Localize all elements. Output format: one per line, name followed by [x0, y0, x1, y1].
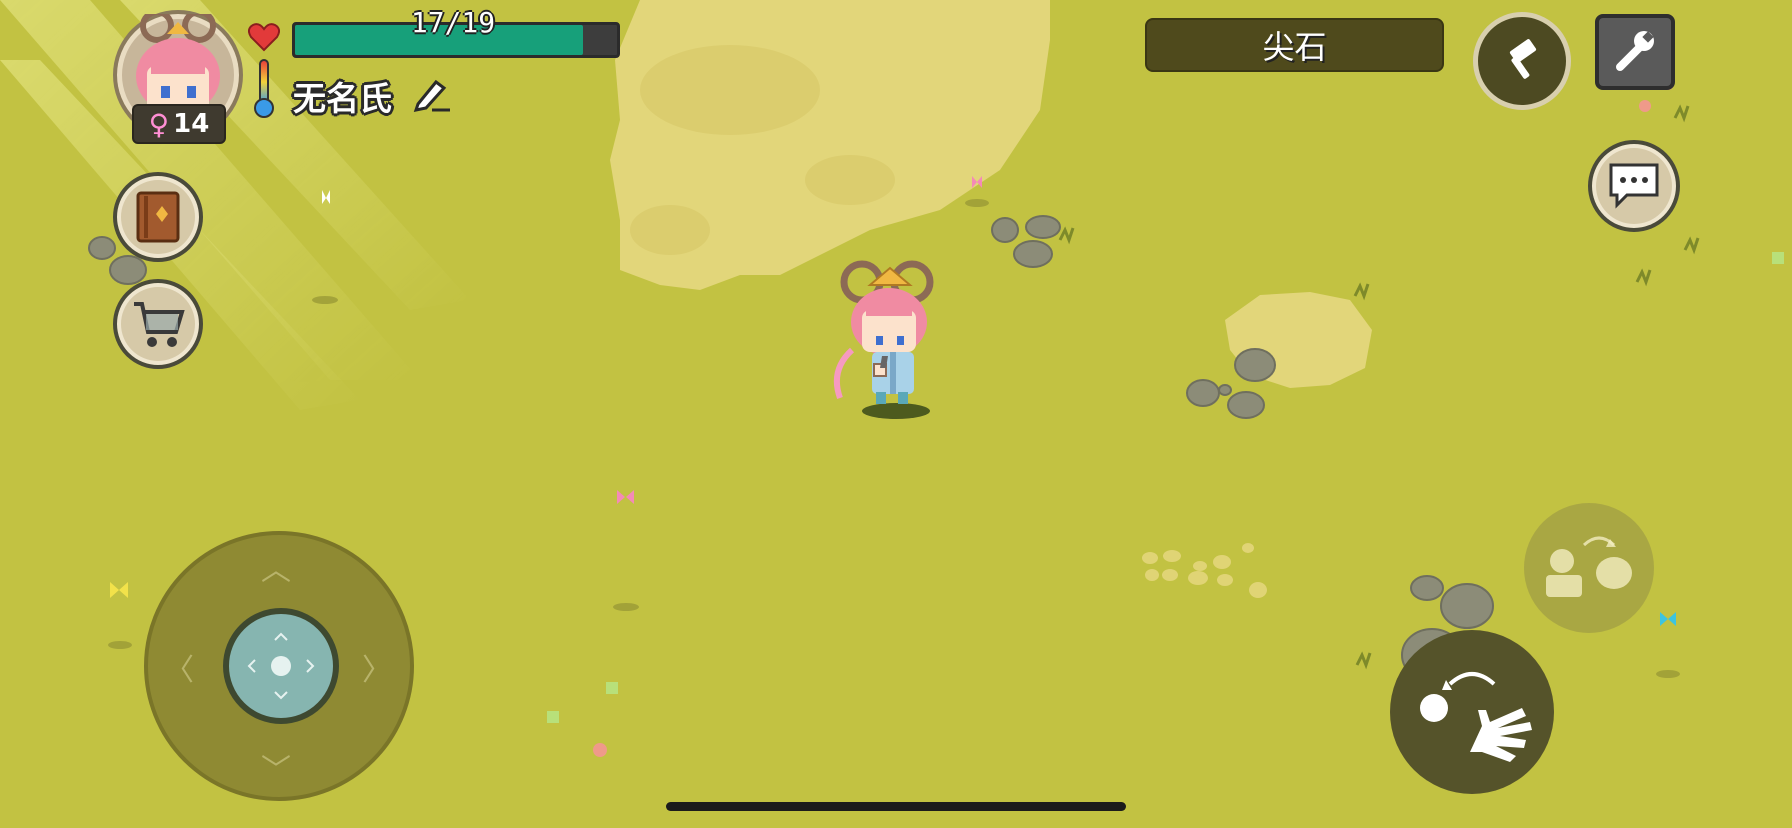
- settings-button[interactable]: [1595, 14, 1675, 90]
- sharp-stone-target[interactable]: [1186, 348, 1276, 419]
- joystick-knob[interactable]: [223, 608, 339, 724]
- level-badge: ♀ 14: [132, 104, 226, 144]
- grab-button[interactable]: [1524, 503, 1654, 633]
- player-level: 14: [173, 109, 210, 139]
- joystick-down-icon: ﹀: [261, 753, 291, 788]
- thermometer-icon: [254, 59, 274, 118]
- craft-button[interactable]: [1473, 12, 1571, 110]
- sand-pebbles: [1142, 543, 1267, 598]
- shop-button[interactable]: [113, 279, 203, 369]
- player-name: 无名氏: [293, 79, 392, 118]
- shopping-cart-icon: [134, 302, 185, 347]
- joystick-up-icon: ︿: [261, 553, 291, 588]
- grab-icon: [1546, 536, 1632, 597]
- home-indicator: [666, 802, 1126, 811]
- target-label: 尖石: [1145, 18, 1444, 72]
- health-value: 17/19: [410, 6, 496, 39]
- joystick-right-icon: 〉: [362, 653, 392, 688]
- sand-patch-large: [610, 0, 1050, 290]
- pencil-icon[interactable]: [412, 76, 452, 112]
- hammer-icon: [1509, 39, 1537, 79]
- book-icon: [136, 191, 180, 243]
- player-character: [834, 260, 934, 419]
- heart-icon: [248, 23, 280, 52]
- journal-button[interactable]: [113, 172, 203, 262]
- chat-bubble-icon: [1609, 163, 1659, 209]
- interact-button[interactable]: [1390, 630, 1554, 794]
- stones-center: [991, 215, 1061, 268]
- joystick-left-icon: 〈: [164, 653, 194, 688]
- chat-button[interactable]: [1588, 140, 1680, 232]
- wrench-icon: [1616, 31, 1654, 71]
- joystick-dpad-icon: [247, 632, 315, 700]
- hand-interact-icon: [1420, 672, 1532, 762]
- female-icon: ♀: [148, 107, 170, 141]
